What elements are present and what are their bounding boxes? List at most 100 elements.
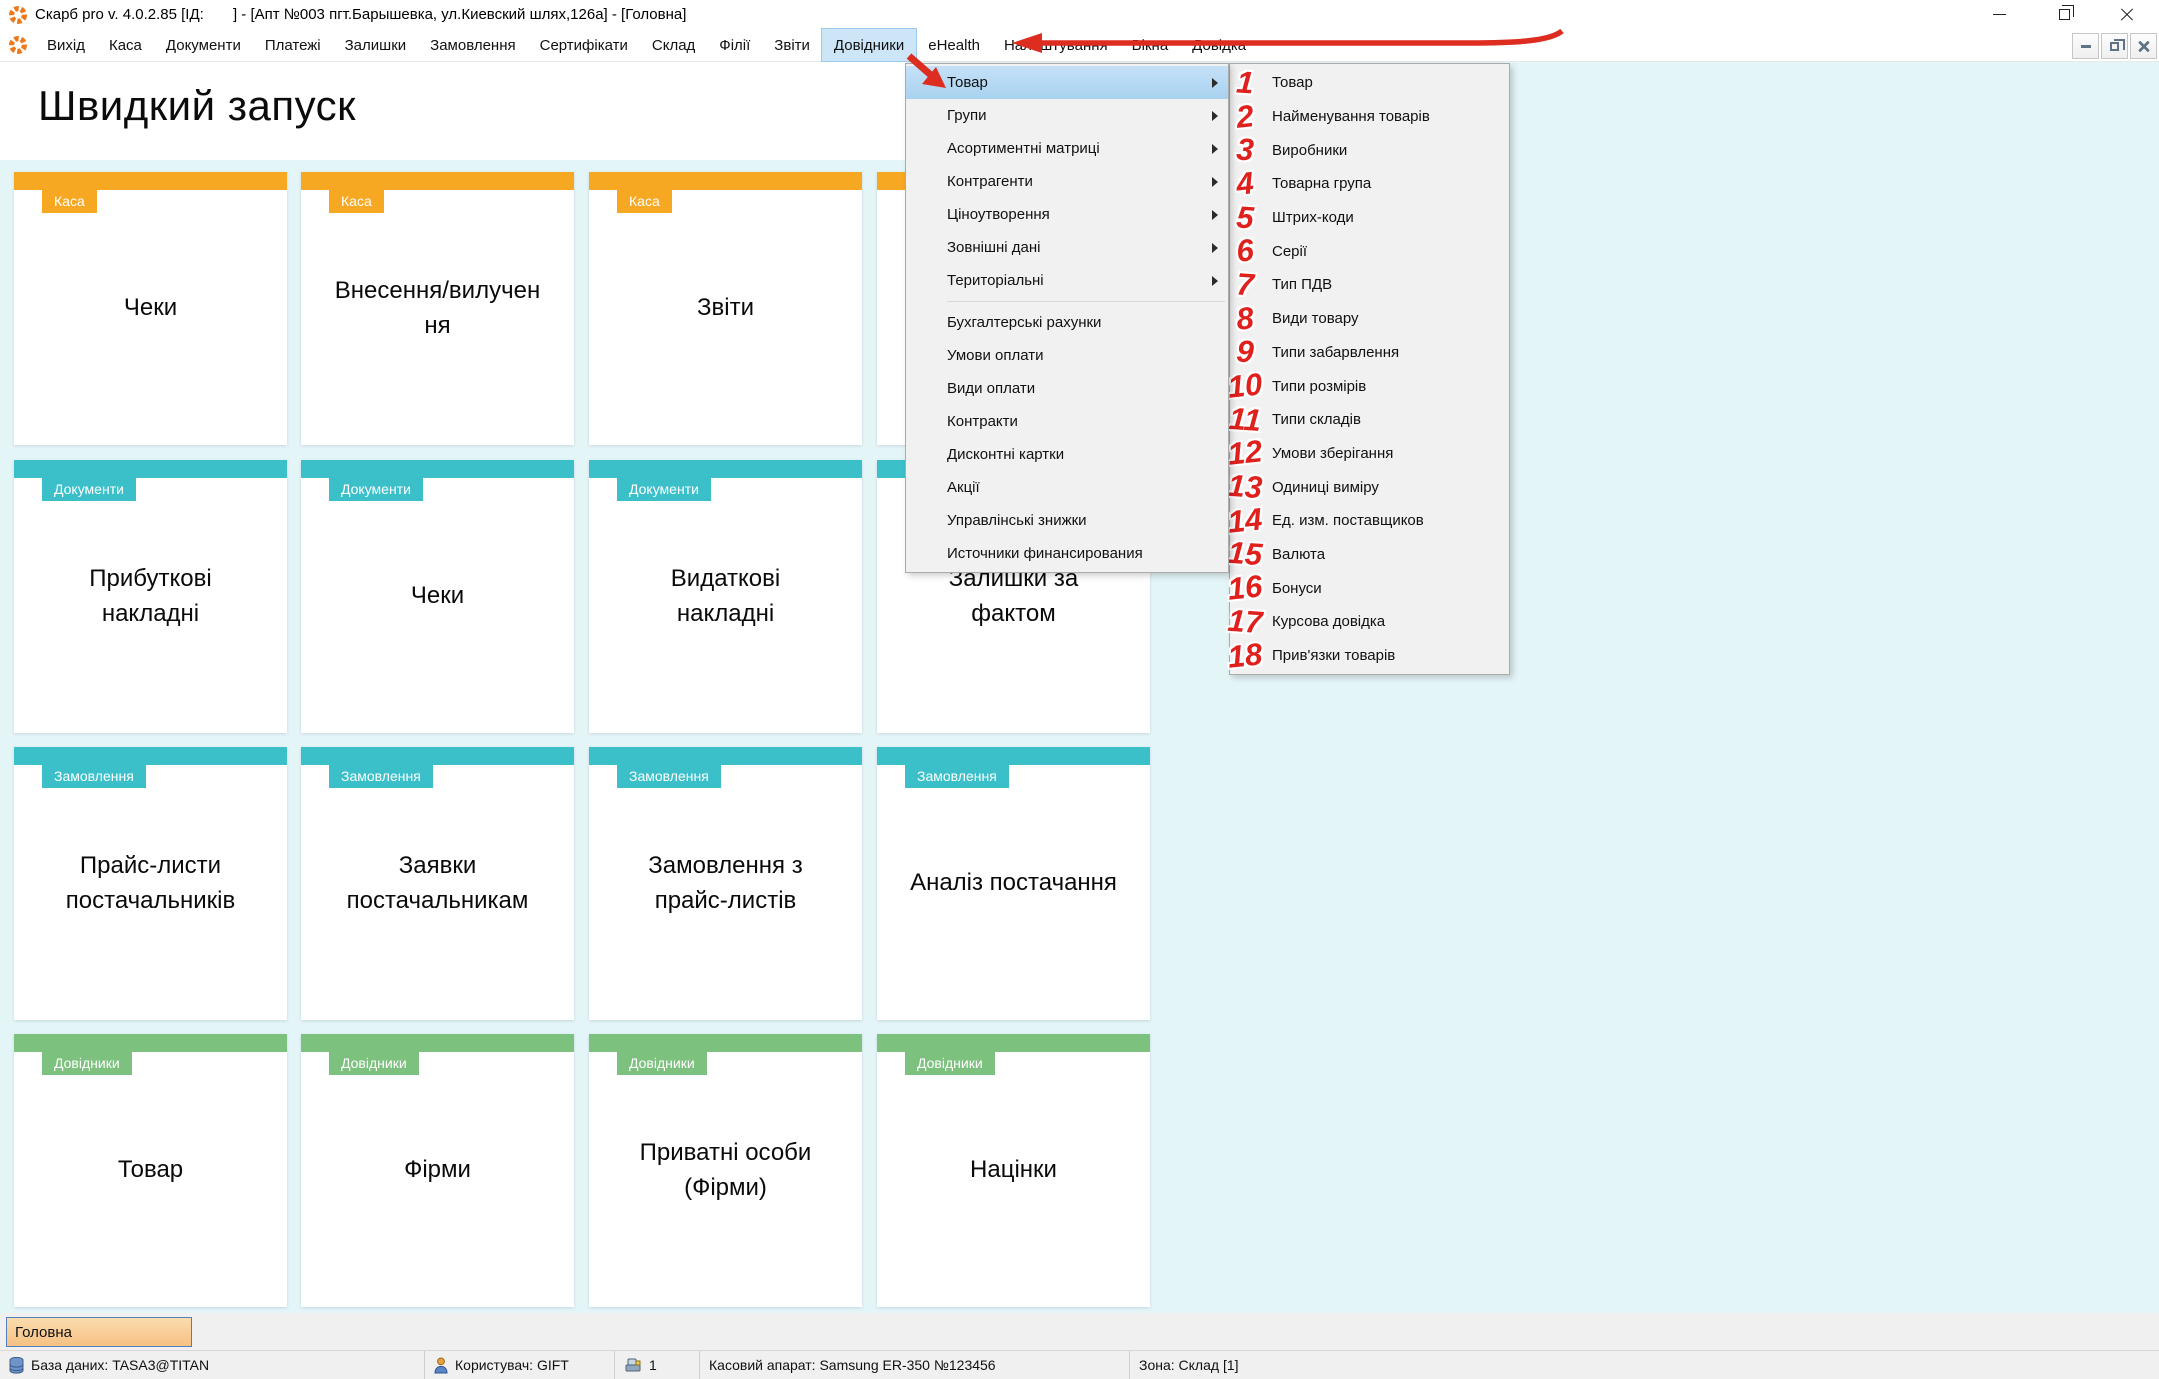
dropdown-item[interactable]: Територіальні — [906, 264, 1228, 297]
dropdown-item[interactable]: Види оплати — [906, 372, 1228, 405]
submenu-item[interactable]: 10 Типи розмірів — [1230, 369, 1509, 403]
dropdown-menu-dovidnyky: Товар Групи Асортиментні матриці Контраг… — [905, 63, 1229, 573]
tile[interactable]: Каса Внесення/вилучен ня — [301, 172, 574, 445]
dropdown-item-label: Умови оплати — [947, 347, 1044, 364]
dropdown-item[interactable]: Умови оплати — [906, 339, 1228, 372]
menu-item[interactable]: Звіти — [762, 29, 822, 61]
tab-holovna[interactable]: Головна — [6, 1317, 192, 1347]
dropdown-item[interactable]: Источники финансирования — [906, 537, 1228, 570]
tile[interactable]: Довідники Фірми — [301, 1034, 574, 1307]
dropdown-item[interactable]: Асортиментні матриці — [906, 132, 1228, 165]
tile-label: Видаткові накладні — [589, 460, 862, 733]
dropdown-item[interactable]: Дисконтні картки — [906, 438, 1228, 471]
dropdown-item-label: Територіальні — [947, 272, 1044, 289]
submenu-item-label: Найменування товарів — [1272, 108, 1430, 125]
dropdown-item[interactable]: Управлінські знижки — [906, 504, 1228, 537]
tile[interactable]: Довідники Націнки — [877, 1034, 1150, 1307]
status-zone: Зона: Склад [1] — [1130, 1351, 2159, 1379]
dropdown-item[interactable]: Контракти — [906, 405, 1228, 438]
mdi-restore-button[interactable] — [2101, 33, 2128, 59]
submenu-item-label: Курсова довідка — [1272, 613, 1385, 630]
menu-item[interactable]: Каса — [97, 29, 154, 61]
submenu-item[interactable]: 15 Валюта — [1230, 538, 1509, 572]
menu-item[interactable]: Вікна — [1120, 29, 1181, 61]
submenu-item[interactable]: 13 Одиниці виміру — [1230, 470, 1509, 504]
menu-item[interactable]: Залишки — [333, 29, 419, 61]
dropdown-item[interactable]: Товар — [906, 66, 1228, 99]
tile[interactable]: Документи Прибуткові накладні — [14, 460, 287, 733]
minimize-button[interactable] — [1967, 0, 2031, 29]
submenu-item[interactable]: 18 Прив'язки товарів — [1230, 639, 1509, 673]
submenu-item-label: Тип ПДВ — [1272, 276, 1332, 293]
tile[interactable]: Документи Видаткові накладні — [589, 460, 862, 733]
submenu-item-label: Валюта — [1272, 546, 1325, 563]
tile[interactable]: Замовлення Прайс-листи постачальників — [14, 747, 287, 1020]
status-register-count: 1 — [615, 1351, 700, 1379]
dropdown-item-label: Асортиментні матриці — [947, 140, 1100, 157]
dropdown-item-label: Групи — [947, 107, 986, 124]
tile[interactable]: Замовлення Заявки постачальникам — [301, 747, 574, 1020]
menu-item[interactable]: Платежі — [253, 29, 333, 61]
menu-item[interactable]: Замовлення — [418, 29, 527, 61]
dropdown-item[interactable]: Групи — [906, 99, 1228, 132]
cash-register-icon — [624, 1357, 642, 1373]
dropdown-item[interactable]: Бухгалтерські рахунки — [906, 306, 1228, 339]
close-button[interactable] — [2095, 0, 2159, 29]
menu-item[interactable]: Філії — [707, 29, 762, 61]
tile[interactable]: Замовлення Замовлення з прайс-листів — [589, 747, 862, 1020]
submenu-item-label: Типи забарвлення — [1272, 344, 1399, 361]
submenu-item[interactable]: 8 Види товару — [1230, 302, 1509, 336]
menu-item[interactable]: Налаштування — [992, 29, 1120, 61]
status-bar: База даних: TASA3@TITAN Користувач: GIFT… — [0, 1350, 2159, 1379]
menu-item[interactable]: Довідники — [822, 29, 916, 61]
submenu-arrow-icon — [1212, 177, 1218, 187]
tile[interactable]: Довідники Приватні особи (Фірми) — [589, 1034, 862, 1307]
dropdown-item[interactable]: Зовнішні дані — [906, 231, 1228, 264]
submenu-item[interactable]: 17 Курсова довідка — [1230, 605, 1509, 639]
submenu-item[interactable]: 7 Тип ПДВ — [1230, 268, 1509, 302]
submenu-item[interactable]: 2 Найменування товарів — [1230, 100, 1509, 134]
submenu-item[interactable]: 5 Штрих-коди — [1230, 201, 1509, 235]
submenu-item[interactable]: 12 Умови зберігання — [1230, 437, 1509, 471]
tile-label: Звіти — [589, 172, 862, 445]
tile[interactable]: Каса Чеки — [14, 172, 287, 445]
dropdown-item-label: Контракти — [947, 413, 1018, 430]
tile[interactable]: Каса Звіти — [589, 172, 862, 445]
mdi-close-button[interactable] — [2130, 33, 2157, 59]
dropdown-item[interactable]: Ціноутворення — [906, 198, 1228, 231]
submenu-arrow-icon — [1212, 144, 1218, 154]
submenu-item[interactable]: 4 Товарна група — [1230, 167, 1509, 201]
dropdown-group-items: Товар Групи Асортиментні матриці Контраг… — [906, 66, 1228, 297]
submenu-item[interactable]: 1 Товар — [1230, 66, 1509, 100]
mdi-minimize-button[interactable] — [2072, 33, 2099, 59]
tile[interactable]: Замовлення Аналіз постачання — [877, 747, 1150, 1020]
menu-item[interactable]: Склад — [640, 29, 707, 61]
tile-label: Замовлення з прайс-листів — [589, 747, 862, 1020]
submenu-item[interactable]: 9 Типи забарвлення — [1230, 336, 1509, 370]
menu-item[interactable]: Довідка — [1180, 29, 1258, 61]
submenu-item[interactable]: 3 Виробники — [1230, 133, 1509, 167]
dropdown-item-label: Дисконтні картки — [947, 446, 1064, 463]
dropdown-item[interactable]: Акції — [906, 471, 1228, 504]
dropdown-item-label: Контрагенти — [947, 173, 1033, 190]
tile-label: Заявки постачальникам — [301, 747, 574, 1020]
dropdown-item-label: Зовнішні дані — [947, 239, 1041, 256]
menu-item[interactable]: Документи — [154, 29, 253, 61]
menu-item[interactable]: Вихід — [35, 29, 97, 61]
submenu-item-label: Бонуси — [1272, 580, 1322, 597]
submenu-item[interactable]: 11 Типи складів — [1230, 403, 1509, 437]
dropdown-item-label: Види оплати — [947, 380, 1035, 397]
minimize-icon — [1993, 14, 2006, 15]
status-cash-device: Касовий апарат: Samsung ER-350 №123456 — [700, 1351, 1130, 1379]
dropdown-item[interactable]: Контрагенти — [906, 165, 1228, 198]
submenu-arrow-icon — [1212, 210, 1218, 220]
tile[interactable]: Документи Чеки — [301, 460, 574, 733]
submenu-item[interactable]: 6 Серії — [1230, 234, 1509, 268]
tile[interactable]: Довідники Товар — [14, 1034, 287, 1307]
submenu-arrow-icon — [1212, 243, 1218, 253]
menu-item[interactable]: eHealth — [916, 29, 992, 61]
restore-button[interactable] — [2031, 0, 2095, 29]
submenu-item[interactable]: 14 Ед. изм. поставщиков — [1230, 504, 1509, 538]
submenu-item[interactable]: 16 Бонуси — [1230, 571, 1509, 605]
menu-item[interactable]: Сертифікати — [528, 29, 640, 61]
